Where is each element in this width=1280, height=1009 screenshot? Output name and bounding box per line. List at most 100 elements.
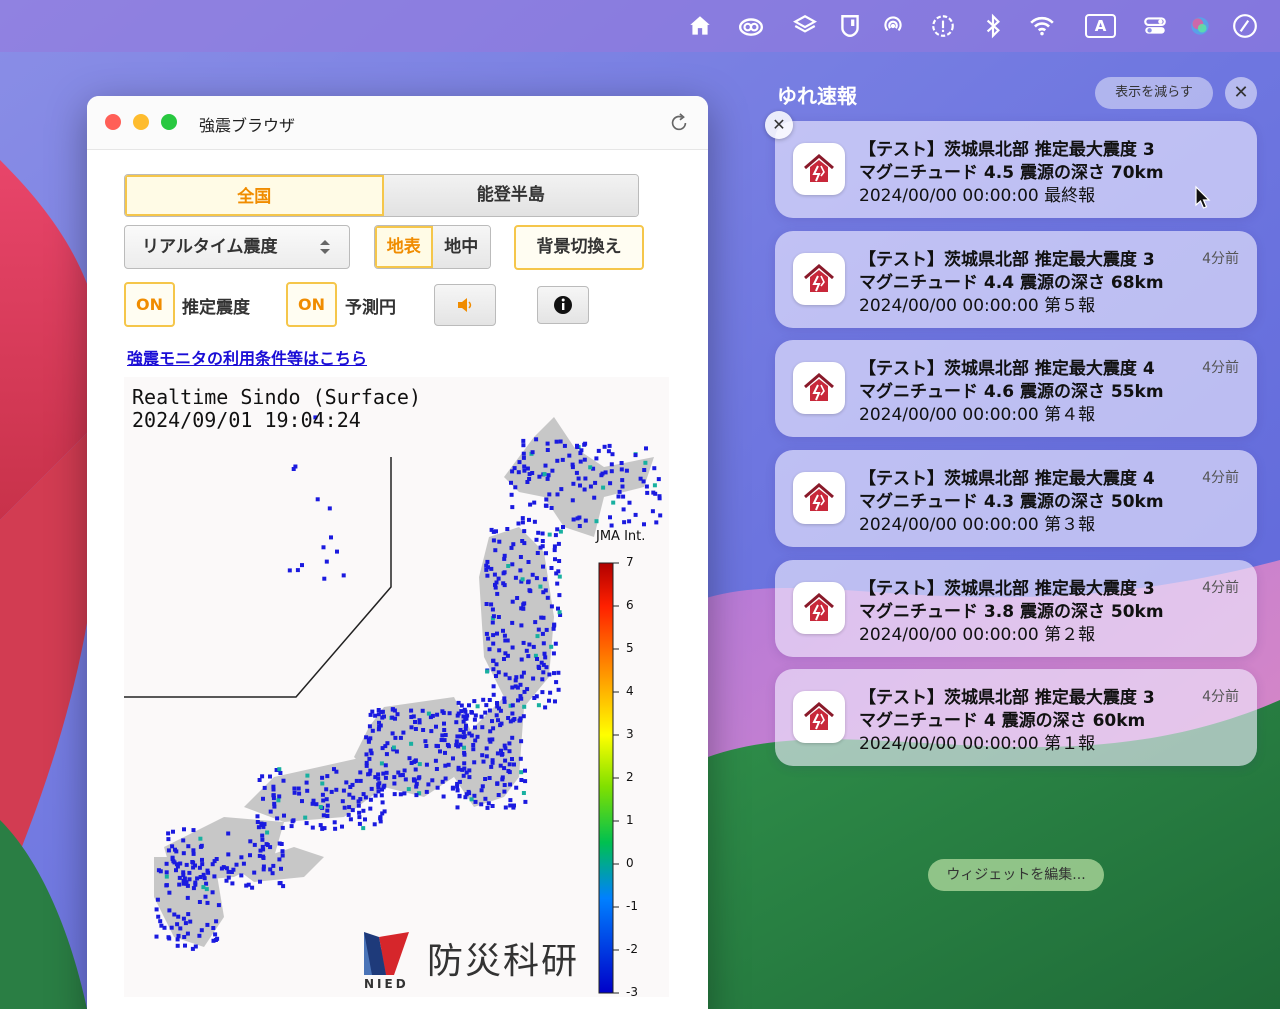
station-dot [379,761,384,766]
station-dot [519,606,524,611]
station-dot [522,704,527,709]
predict-circle-toggle[interactable]: ON [286,282,337,327]
station-dot [341,573,346,578]
station-dot [315,497,320,502]
station-dot [167,890,172,895]
station-dot [551,651,556,656]
bluetooth-icon[interactable] [979,12,1007,40]
station-dot [409,708,414,713]
station-dot [557,574,562,579]
terms-link[interactable]: 強震モニタの利用条件等はこちら [127,345,367,369]
station-dot [424,744,429,748]
station-dot [373,713,378,718]
station-dot [278,771,283,775]
station-dot [490,607,495,612]
station-dot [372,822,377,827]
station-dot [543,705,548,710]
speaker-icon [458,298,472,312]
station-dot [204,887,209,892]
close-group-button[interactable]: ✕ [1225,77,1257,109]
station-dot [380,787,384,792]
sound-button[interactable] [434,284,496,326]
notification-card[interactable]: 【テスト】茨城県北部 推定最大震度 3 マグニチュード 4 震源の深さ 60km 2… [775,669,1257,766]
station-dot [383,763,388,768]
dismiss-notification-button[interactable]: ✕ [765,111,793,139]
wifi-icon[interactable] [1028,12,1056,40]
station-dot [583,518,588,523]
notification-card[interactable]: 【テスト】茨城県北部 推定最大震度 4 マグニチュード 4.6 震源の深さ 55k… [775,340,1257,437]
station-dot [271,796,276,801]
underground-option[interactable]: 地中 [432,226,490,268]
station-dot [462,766,467,771]
station-dot [203,894,208,899]
station-dot [239,855,244,860]
station-dot [553,533,558,538]
station-dot [487,776,492,780]
station-dot [380,709,385,714]
quake-house-icon [804,373,834,401]
notification-card[interactable]: 【テスト】茨城県北部 推定最大震度 3 マグニチュード 4.5 震源の深さ 70k… [775,121,1257,218]
input-source-icon[interactable]: A [1085,14,1116,38]
station-dot [526,579,531,584]
shield-icon[interactable] [836,12,864,40]
station-dot [296,786,301,791]
station-dot [260,774,265,779]
surface-option[interactable]: 地表 [375,226,433,268]
intensity-map[interactable]: Realtime Sindo (Surface) 2024/09/01 19:0… [124,377,669,999]
station-dot [187,870,192,875]
siri-icon[interactable] [1186,12,1214,40]
station-dot [503,672,508,677]
station-dot [361,808,366,813]
station-dot [610,452,615,457]
background-switch-button[interactable]: 背景切換え [514,225,644,270]
station-dot [380,811,385,816]
notification-card[interactable]: 【テスト】茨城県北部 推定最大震度 3 マグニチュード 4.4 震源の深さ 68k… [775,231,1257,328]
edit-widgets-button[interactable]: ウィジェットを編集... [928,859,1104,891]
zoom-window-button[interactable] [161,114,177,130]
station-dot [167,908,172,913]
station-dot [358,778,363,783]
info-button[interactable] [537,286,589,324]
home-icon[interactable] [686,12,714,40]
mode-select[interactable]: リアルタイム震度 [124,225,350,269]
notification-card[interactable]: 【テスト】茨城県北部 推定最大震度 4 マグニチュード 4.3 震源の深さ 50k… [775,450,1257,547]
station-dot [549,566,554,570]
layers-icon[interactable] [791,12,819,40]
station-dot [183,921,188,926]
creative-cloud-icon[interactable] [737,12,765,40]
station-dot [502,583,507,588]
station-dot [409,741,414,746]
station-dot [379,793,384,798]
station-dot [510,505,515,510]
station-dot [438,749,442,754]
station-dot [304,821,309,826]
minimize-window-button[interactable] [133,114,149,130]
station-dot [494,662,499,667]
airdrop-icon[interactable] [879,12,907,40]
tab-noto-peninsula[interactable]: 能登半島 [383,175,638,216]
notification-age: 4分前 [1202,360,1239,376]
station-dot [272,804,277,809]
notification-card[interactable]: 【テスト】茨城県北部 推定最大震度 3 マグニチュード 3.8 震源の深さ 50k… [775,560,1257,657]
app-icon [793,362,845,414]
reload-icon[interactable] [668,112,690,134]
station-dot [571,517,576,522]
control-center-icon[interactable] [1141,12,1169,40]
scale-tick-label: -3 [626,985,638,999]
station-dot [462,761,467,766]
station-dot [191,851,196,856]
station-dot [518,756,523,761]
station-dot [457,794,462,799]
show-less-button[interactable]: 表示を減らす [1095,77,1213,109]
station-dot [162,925,167,930]
station-dot [530,471,535,475]
alert-icon[interactable] [929,12,957,40]
station-dot [619,467,624,472]
station-dot [536,703,541,708]
station-dot [320,792,325,797]
close-window-button[interactable] [105,114,121,130]
est-intensity-toggle[interactable]: ON [124,282,175,327]
clock-icon[interactable] [1231,12,1259,40]
tab-nationwide[interactable]: 全国 [125,175,384,216]
station-dot [479,788,484,793]
